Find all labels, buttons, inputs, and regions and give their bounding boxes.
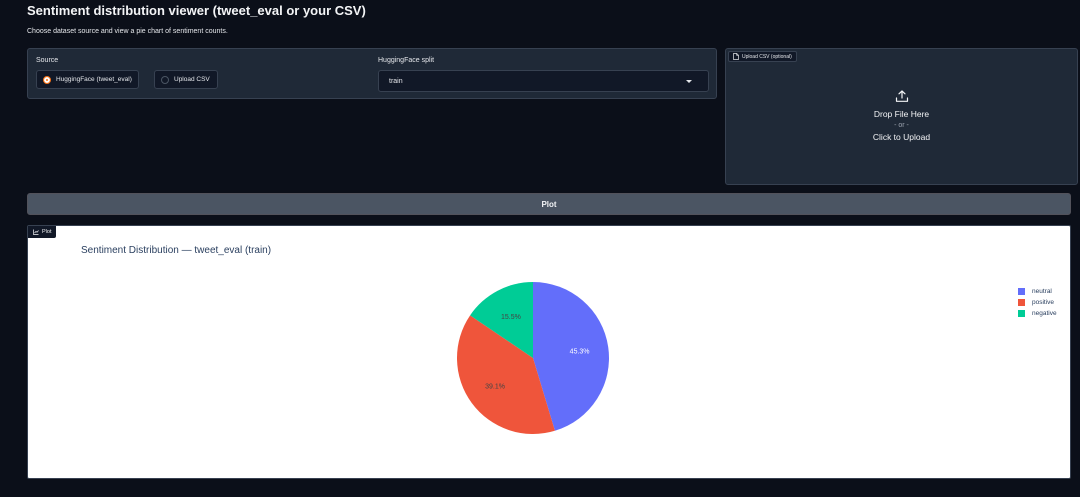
radio-upload-csv[interactable]: Upload CSV — [154, 70, 218, 89]
pie-label-negative: 15.5% — [501, 314, 521, 321]
legend-label: negative — [1032, 310, 1057, 317]
pie-label-positive: 39.1% — [485, 383, 505, 390]
upload-badge-label: Upload CSV (optional) — [742, 53, 792, 60]
page-description: Choose dataset source and view a pie cha… — [27, 28, 228, 35]
plot-panel: Plot Sentiment Distribution — tweet_eval… — [27, 225, 1071, 479]
upload-panel[interactable]: Upload CSV (optional) Drop File Here - o… — [725, 48, 1078, 185]
plot-button[interactable]: Plot — [27, 193, 1071, 215]
or-text: - or - — [894, 122, 909, 129]
upload-badge: Upload CSV (optional) — [728, 51, 797, 62]
split-label: HuggingFace split — [378, 57, 435, 64]
legend-label: positive — [1032, 299, 1055, 306]
upload-icon — [895, 90, 908, 102]
pie-chart: 45.3% 39.1% 15.5% — [457, 282, 609, 434]
split-dropdown[interactable]: train — [378, 70, 709, 92]
page-title: Sentiment distribution viewer (tweet_eva… — [27, 3, 366, 18]
file-icon — [733, 53, 739, 60]
legend-swatch — [1018, 299, 1025, 306]
legend-label: neutral — [1032, 288, 1052, 295]
radio-huggingface-label: HuggingFace (tweet_eval) — [56, 76, 132, 83]
split-selected-value: train — [389, 77, 403, 85]
source-panel: Source HuggingFace (tweet_eval) Upload C… — [27, 48, 717, 99]
radio-unselected-indicator[interactable] — [161, 75, 169, 84]
legend-swatch — [1018, 310, 1025, 317]
source-label: Source — [36, 57, 59, 64]
radio-upload-csv-label: Upload CSV — [174, 76, 210, 83]
legend-item-neutral[interactable]: neutral — [1018, 286, 1057, 297]
click-to-upload-text[interactable]: Click to Upload — [873, 132, 930, 142]
radio-huggingface[interactable]: HuggingFace (tweet_eval) — [36, 70, 139, 89]
upload-dropzone[interactable]: Drop File Here - or - Click to Upload — [726, 89, 1077, 142]
legend-item-negative[interactable]: negative — [1018, 308, 1057, 319]
drop-file-text: Drop File Here — [873, 109, 930, 119]
chevron-down-icon — [686, 80, 692, 83]
legend-swatch — [1018, 288, 1025, 295]
radio-selected-indicator[interactable] — [43, 75, 51, 84]
legend-item-positive[interactable]: positive — [1018, 297, 1057, 308]
chart-legend[interactable]: neutral positive negative — [1018, 286, 1057, 319]
pie-label-neutral: 45.3% — [570, 349, 590, 356]
